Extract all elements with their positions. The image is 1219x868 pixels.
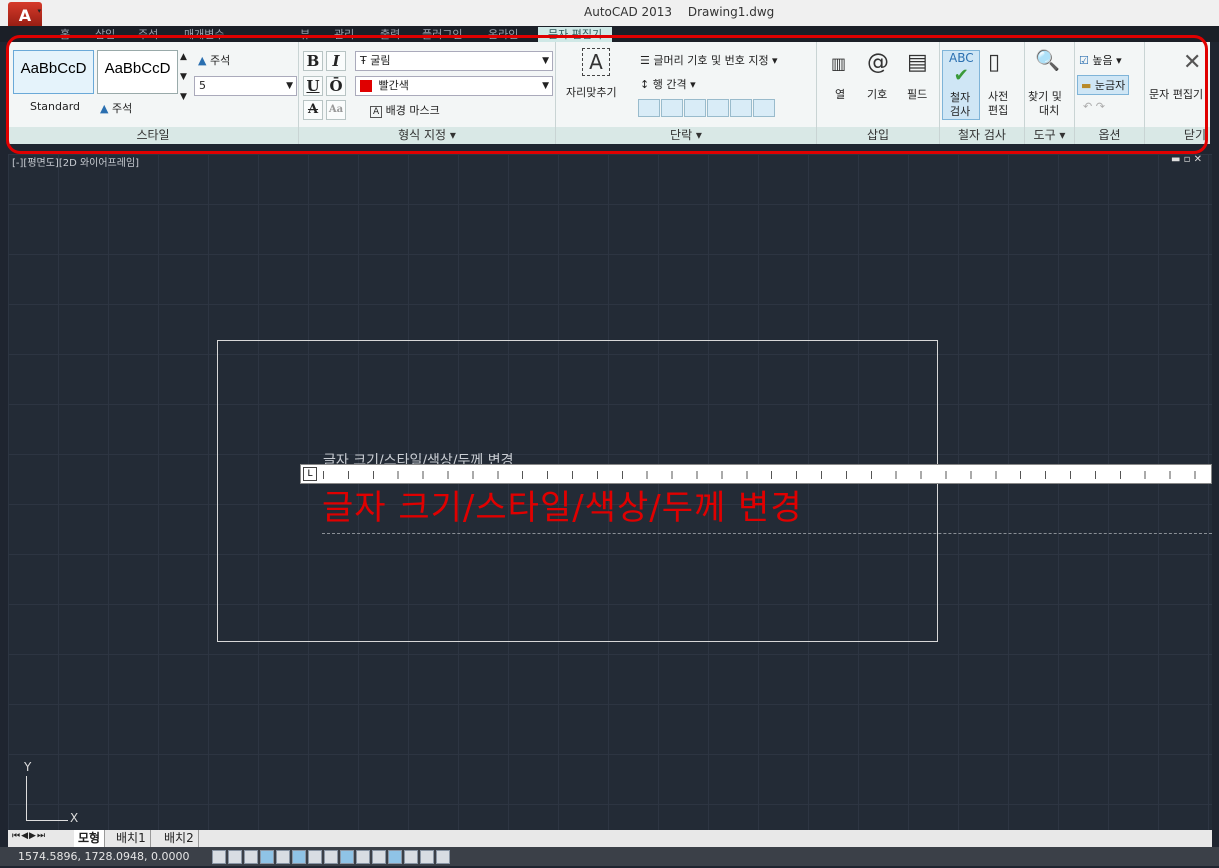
osnap-icon[interactable] bbox=[292, 850, 306, 864]
edited-text[interactable]: 글자 크기/스타일/색상/두께 변경 bbox=[322, 480, 803, 529]
annotation-monitor-icon[interactable] bbox=[436, 850, 450, 864]
status-bar: 1574.5896, 1728.0948, 0.0000 bbox=[0, 847, 1219, 866]
polar-icon[interactable] bbox=[276, 850, 290, 864]
tab-type-icon[interactable]: L bbox=[303, 467, 317, 481]
lineweight-icon[interactable] bbox=[372, 850, 386, 864]
selection-cycling-icon[interactable] bbox=[420, 850, 434, 864]
ucs-x-axis bbox=[26, 820, 68, 821]
ucs-y-label: Y bbox=[24, 760, 32, 774]
ucs-x-label: X bbox=[70, 811, 79, 825]
drawing-viewport[interactable]: [-][평면도][2D 와이어프레임] ▬ ▫ ✕ 글자 크기/스타일/색상/두… bbox=[8, 154, 1212, 830]
title-bar: A ▾ AutoCAD 2013 Drawing1.dwg bbox=[0, 0, 1219, 30]
tab-layout2[interactable]: 배치2 bbox=[160, 830, 199, 847]
app-name: AutoCAD 2013 bbox=[584, 5, 673, 19]
tab-layout1[interactable]: 배치1 bbox=[112, 830, 151, 847]
viewport-window-controls[interactable]: ▬ ▫ ✕ bbox=[1171, 154, 1202, 165]
dyn-icon[interactable] bbox=[356, 850, 370, 864]
quick-properties-icon[interactable] bbox=[404, 850, 418, 864]
layout-tabs: ⏮◀▶⏭ 모형 배치1 배치2 bbox=[8, 830, 1212, 847]
ucs-y-axis bbox=[26, 776, 27, 820]
otrack-icon[interactable] bbox=[324, 850, 338, 864]
transparency-icon[interactable] bbox=[388, 850, 402, 864]
coordinate-readout[interactable]: 1574.5896, 1728.0948, 0.0000 bbox=[18, 850, 189, 863]
ortho-icon[interactable] bbox=[260, 850, 274, 864]
viewport-controls-label[interactable]: [-][평면도][2D 와이어프레임] bbox=[12, 154, 139, 169]
window-title: AutoCAD 2013 Drawing1.dwg bbox=[584, 5, 786, 19]
3d-osnap-icon[interactable] bbox=[308, 850, 322, 864]
document-name: Drawing1.dwg bbox=[687, 5, 775, 19]
ruler-ticks bbox=[323, 471, 1211, 479]
infer-constraints-icon[interactable] bbox=[212, 850, 226, 864]
layout-nav-arrows[interactable]: ⏮◀▶⏭ bbox=[12, 831, 46, 841]
grid-icon[interactable] bbox=[244, 850, 258, 864]
ducs-icon[interactable] bbox=[340, 850, 354, 864]
drafting-toggles bbox=[212, 849, 452, 868]
tab-model[interactable]: 모형 bbox=[74, 830, 106, 847]
snap-icon[interactable] bbox=[228, 850, 242, 864]
highlight-annotation bbox=[6, 35, 1208, 154]
